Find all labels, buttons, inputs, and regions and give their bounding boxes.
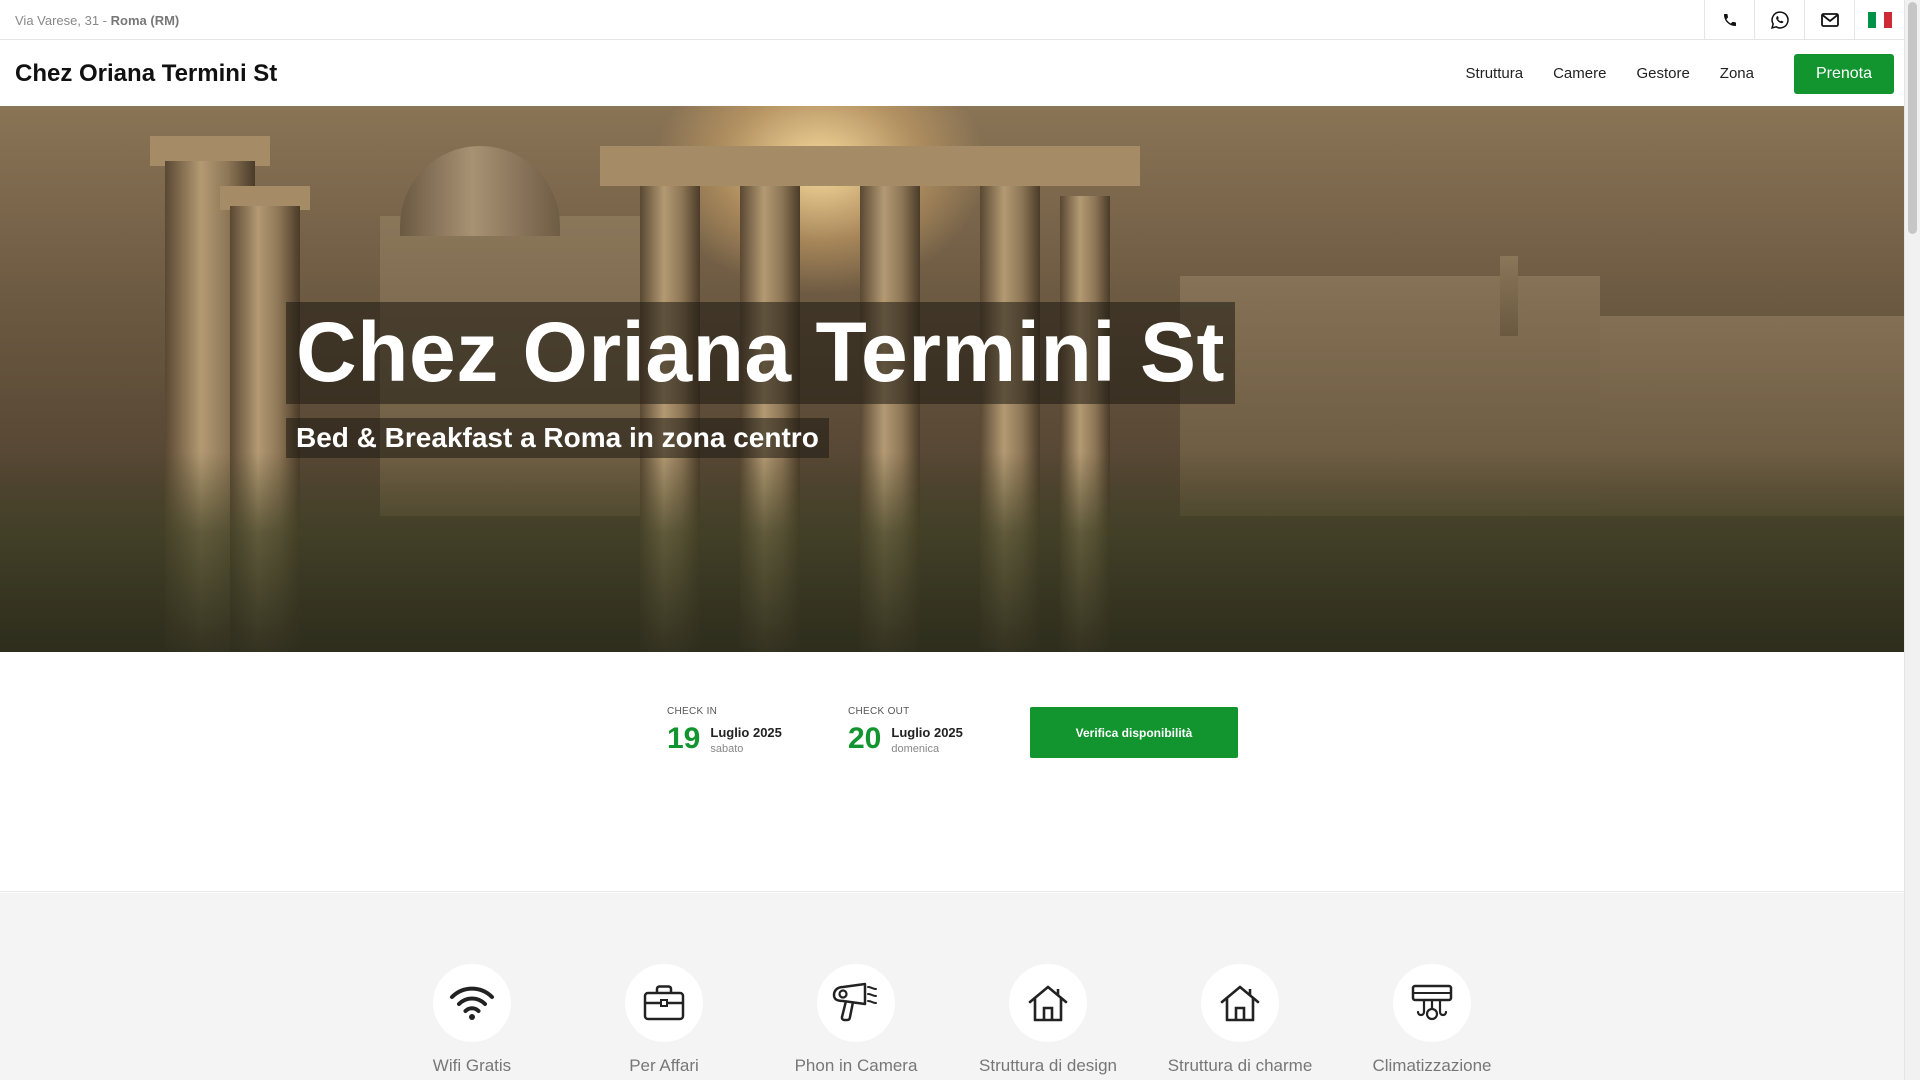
nav-link-struttura[interactable]: Struttura	[1466, 65, 1524, 82]
checkin-date[interactable]: CHECK IN 19 Luglio 2025 sabato	[667, 706, 782, 755]
hero-subtitle-box: Bed & Breakfast a Roma in zona centro	[286, 418, 829, 458]
amenity-label: Struttura di design	[979, 1056, 1117, 1075]
check-availability-button[interactable]: Verifica disponibilità	[1030, 707, 1238, 758]
amenity-business: Per Affari	[574, 964, 754, 1076]
checkout-month: Luglio 2025	[891, 725, 963, 740]
hero-banner: Chez Oriana Termini St Bed & Breakfast a…	[0, 106, 1904, 652]
whatsapp-icon	[1770, 11, 1789, 29]
contact-icons	[1704, 0, 1904, 40]
phone-icon	[1723, 13, 1736, 26]
phone-button[interactable]	[1704, 0, 1754, 40]
hero-title-box: Chez Oriana Termini St	[286, 302, 1235, 404]
house-icon	[1028, 985, 1068, 1022]
checkout-day: 20	[848, 722, 882, 755]
envelope-icon	[1820, 13, 1839, 27]
amenity-design: Struttura di design	[958, 964, 1138, 1076]
hero-ground	[0, 452, 1904, 652]
scrollbar-thumb[interactable]	[1908, 2, 1917, 234]
italian-flag-icon	[1867, 12, 1892, 28]
nav-link-gestore[interactable]: Gestore	[1636, 65, 1689, 82]
air-conditioner-icon	[1411, 984, 1453, 1021]
hero-subtitle: Bed & Breakfast a Roma in zona centro	[296, 422, 819, 453]
navbar: Chez Oriana Termini St Struttura Camere …	[0, 41, 1904, 106]
checkout-label: CHECK OUT	[848, 706, 910, 717]
checkin-month: Luglio 2025	[710, 725, 782, 740]
checkin-label: CHECK IN	[667, 706, 718, 717]
email-button[interactable]	[1804, 0, 1854, 40]
main-nav: Struttura Camere Gestore Zona	[1436, 41, 1754, 106]
nav-link-zona[interactable]: Zona	[1720, 65, 1754, 82]
house-icon	[1220, 985, 1260, 1022]
nav-link-camere[interactable]: Camere	[1553, 65, 1606, 82]
hairdryer-icon	[832, 982, 877, 1022]
checkout-weekday: domenica	[891, 743, 940, 755]
wifi-icon	[450, 986, 494, 1020]
whatsapp-button[interactable]	[1754, 0, 1804, 40]
amenity-label: Phon in Camera	[794, 1056, 918, 1075]
address-city: Roma (RM)	[110, 13, 180, 28]
book-button[interactable]: Prenota	[1794, 54, 1894, 94]
amenity-charme: Struttura di charme	[1150, 964, 1330, 1076]
amenity-label: Per Affari	[629, 1056, 699, 1075]
address: Via Varese, 31 - Roma (RM)	[15, 13, 179, 28]
hero-title: Chez Oriana Termini St	[296, 305, 1225, 399]
briefcase-icon	[643, 985, 685, 1021]
amenity-ac: Climatizzazione	[1342, 964, 1522, 1076]
amenity-label: Wifi Gratis	[432, 1056, 512, 1075]
language-button[interactable]	[1854, 0, 1904, 40]
amenity-wifi: Wifi Gratis	[382, 964, 562, 1076]
hero-tower	[1500, 256, 1518, 336]
hero-dome	[400, 146, 560, 236]
address-street: Via Varese, 31 -	[15, 13, 111, 28]
brand-logo[interactable]: Chez Oriana Termini St	[15, 60, 277, 88]
page-scrollbar[interactable]	[1904, 0, 1920, 1080]
amenity-hairdryer: Phon in Camera	[766, 964, 946, 1076]
amenities-section: Wifi Gratis Per Affari Phon in Camera St…	[0, 893, 1904, 1080]
checkin-weekday: sabato	[710, 743, 744, 755]
top-info-bar: Via Varese, 31 - Roma (RM)	[0, 0, 1904, 40]
amenity-label: Struttura di charme	[1167, 1056, 1313, 1075]
checkout-date[interactable]: CHECK OUT 20 Luglio 2025 domenica	[848, 706, 963, 755]
hero-temple-entablature	[600, 146, 1140, 186]
amenity-label: Climatizzazione	[1372, 1056, 1492, 1075]
checkin-day: 19	[667, 722, 701, 755]
booking-widget: CHECK IN 19 Luglio 2025 sabato CHECK OUT…	[0, 652, 1904, 892]
